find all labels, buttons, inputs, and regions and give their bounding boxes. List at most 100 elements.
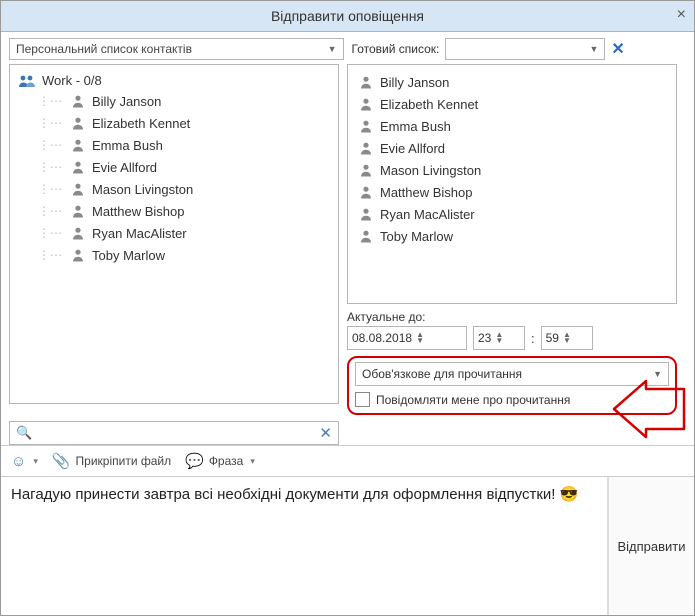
contact-name: Evie Allford <box>92 160 157 175</box>
group-label: Work - 0/8 <box>42 73 102 88</box>
send-button[interactable]: Відправити <box>608 477 694 615</box>
group-icon <box>18 74 36 88</box>
hour-value: 23 <box>478 331 491 345</box>
spinner-arrows[interactable]: ▲▼ <box>563 332 571 344</box>
person-icon <box>358 206 374 222</box>
phrase-label: Фраза <box>209 454 244 468</box>
recipient-item[interactable]: Mason Livingston <box>352 159 672 181</box>
smiley-icon: ☺ <box>11 453 26 470</box>
contacts-tree[interactable]: Work - 0/8 ⋮⋯ Billy Janson ⋮⋯ Elizabeth Ken… <box>9 64 339 404</box>
tree-connector: ⋮⋯ <box>38 138 62 152</box>
spinner-arrows[interactable]: ▲▼ <box>495 332 503 344</box>
recipient-name: Ryan MacAlister <box>380 207 475 222</box>
hour-input[interactable]: 23 ▲▼ <box>473 326 525 350</box>
actual-until-label: Актуальне до: <box>347 310 677 324</box>
recipient-item[interactable]: Elizabeth Kennet <box>352 93 672 115</box>
chevron-down-icon: ▾ <box>33 456 38 467</box>
person-icon <box>358 228 374 244</box>
speech-icon: 💬 <box>185 452 204 470</box>
clear-search-icon[interactable]: ✕ <box>319 424 332 442</box>
contact-name: Mason Livingston <box>92 182 193 197</box>
recipient-name: Matthew Bishop <box>380 185 473 200</box>
attach-button[interactable]: 📎 Прикріпити файл <box>52 452 171 470</box>
search-bar[interactable]: 🔍 ✕ <box>9 421 339 445</box>
contact-item[interactable]: ⋮⋯ Matthew Bishop <box>14 200 334 222</box>
recipient-item[interactable]: Emma Bush <box>352 115 672 137</box>
tree-connector: ⋮⋯ <box>38 160 62 174</box>
tree-connector: ⋮⋯ <box>38 94 62 108</box>
message-area: Нагадую принести завтра всі необхідні до… <box>1 477 694 615</box>
spinner-arrows[interactable]: ▲▼ <box>416 332 424 344</box>
contact-list-value: Персональний список контактів <box>16 42 192 56</box>
contact-item[interactable]: ⋮⋯Ryan MacAlister <box>14 222 334 244</box>
person-icon <box>70 115 86 131</box>
contact-name: Toby Marlow <box>92 248 165 263</box>
notify-label: Повідомляти мене про прочитання <box>376 393 570 407</box>
recipient-item[interactable]: Toby Marlow <box>352 225 672 247</box>
search-input[interactable] <box>36 425 319 441</box>
close-icon[interactable]: × <box>677 6 686 24</box>
tree-connector: ⋮⋯ <box>38 204 62 218</box>
recipient-item[interactable]: Billy Janson <box>352 71 672 93</box>
contact-name: Elizabeth Kennet <box>92 116 190 131</box>
contact-name: Matthew Bishop <box>92 204 185 219</box>
send-label: Відправити <box>617 539 685 554</box>
person-icon <box>70 93 86 109</box>
lists-row: Work - 0/8 ⋮⋯ Billy Janson ⋮⋯ Elizabeth Ken… <box>1 64 694 415</box>
recipient-name: Elizabeth Kennet <box>380 97 478 112</box>
right-column: Billy Janson Elizabeth Kennet Emma Bush Evi… <box>347 64 677 415</box>
recipient-item[interactable]: Ryan MacAlister <box>352 203 672 225</box>
contact-item[interactable]: ⋮⋯ Elizabeth Kennet <box>14 112 334 134</box>
clear-ready-list-icon[interactable]: ✕ <box>611 39 624 59</box>
recipient-name: Toby Marlow <box>380 229 453 244</box>
contact-list-combo[interactable]: Персональний список контактів ▼ <box>9 38 344 60</box>
ready-list-combo[interactable]: ▼ <box>445 38 605 60</box>
contact-name: Billy Janson <box>92 94 161 109</box>
titlebar: Відправити оповіщення × <box>1 1 694 32</box>
person-icon <box>358 184 374 200</box>
group-row[interactable]: Work - 0/8 <box>14 71 334 90</box>
minute-input[interactable]: 59 ▲▼ <box>541 326 593 350</box>
chevron-down-icon: ▼ <box>328 44 337 54</box>
notify-row: Повідомляти мене про прочитання <box>355 392 669 407</box>
contact-item[interactable]: ⋮⋯ Evie Allford <box>14 156 334 178</box>
emoji-button[interactable]: ☺ ▾ <box>11 453 38 470</box>
contact-item[interactable]: ⋮⋯ Billy Janson <box>14 90 334 112</box>
person-icon <box>358 96 374 112</box>
date-input[interactable]: 08.08.2018 ▲▼ <box>347 326 467 350</box>
attach-label: Прикріпити файл <box>76 454 172 468</box>
time-colon: : <box>531 331 535 346</box>
notification-dialog: Відправити оповіщення × Персональний спи… <box>0 0 695 616</box>
minute-value: 59 <box>546 331 559 345</box>
chevron-down-icon: ▼ <box>589 44 598 54</box>
notify-checkbox[interactable] <box>355 392 370 407</box>
recipient-name: Emma Bush <box>380 119 451 134</box>
date-inputs: 08.08.2018 ▲▼ 23 ▲▼ : 59 ▲▼ <box>347 326 677 350</box>
top-row: Персональний список контактів ▼ Готовий … <box>1 32 694 64</box>
contact-item[interactable]: ⋮⋯Mason Livingston <box>14 178 334 200</box>
person-icon <box>70 225 86 241</box>
tree-connector: ⋮⋯ <box>38 116 62 130</box>
read-required-combo[interactable]: Обов'язкове для прочитання ▼ <box>355 362 669 386</box>
editor-toolbar: ☺ ▾ 📎 Прикріпити файл 💬 Фраза ▾ <box>1 445 694 477</box>
search-icon: 🔍 <box>16 425 32 441</box>
paperclip-icon: 📎 <box>52 452 71 470</box>
chevron-down-icon: ▼ <box>653 369 662 379</box>
recipient-item[interactable]: Evie Allford <box>352 137 672 159</box>
person-icon <box>358 118 374 134</box>
person-icon <box>70 203 86 219</box>
message-text[interactable]: Нагадую принести завтра всі необхідні до… <box>1 477 608 615</box>
person-icon <box>70 247 86 263</box>
recipient-name: Mason Livingston <box>380 163 481 178</box>
recipient-item[interactable]: Matthew Bishop <box>352 181 672 203</box>
recipients-list[interactable]: Billy Janson Elizabeth Kennet Emma Bush Evi… <box>347 64 677 304</box>
phrase-button[interactable]: 💬 Фраза ▾ <box>185 452 255 470</box>
contact-name: Ryan MacAlister <box>92 226 187 241</box>
person-icon <box>358 140 374 156</box>
window-title: Відправити оповіщення <box>271 8 424 24</box>
contact-item[interactable]: ⋮⋯Emma Bush <box>14 134 334 156</box>
date-value: 08.08.2018 <box>352 331 412 345</box>
contact-item[interactable]: ⋮⋯Toby Marlow <box>14 244 334 266</box>
person-icon <box>70 159 86 175</box>
chevron-down-icon: ▾ <box>250 456 255 467</box>
